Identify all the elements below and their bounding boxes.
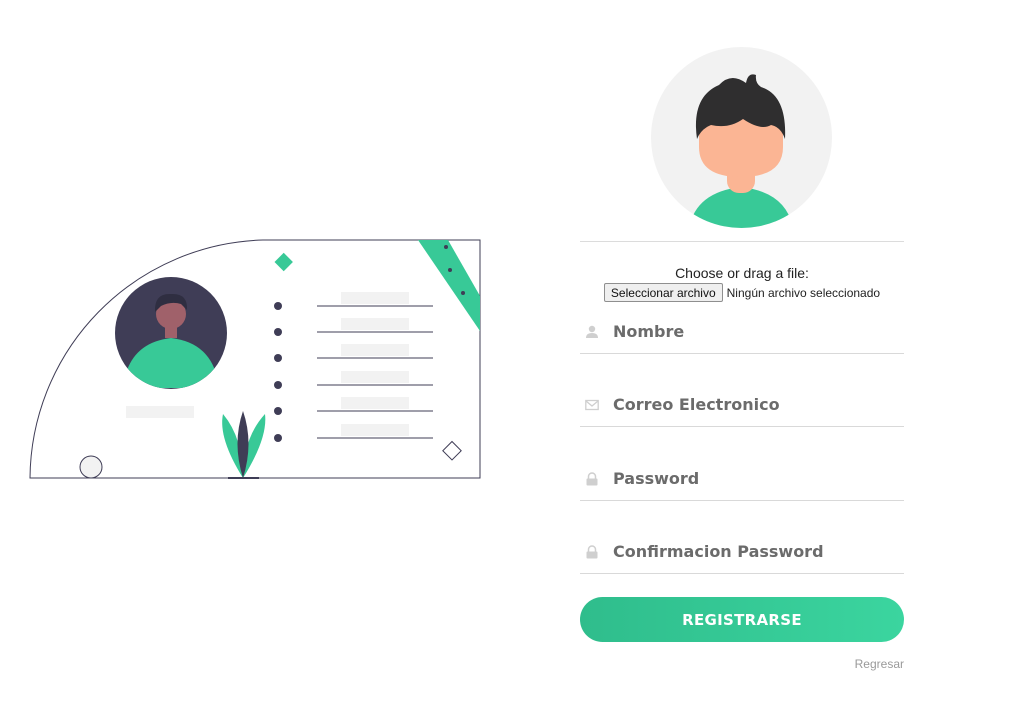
upload-prompt: Choose or drag a file:	[675, 265, 809, 281]
email-field[interactable]	[580, 386, 904, 427]
profile-card-illustration	[29, 239, 481, 479]
email-input[interactable]	[613, 389, 898, 419]
register-button[interactable]: REGISTRARSE	[580, 597, 904, 642]
name-input[interactable]	[613, 316, 898, 346]
lock-icon	[586, 545, 598, 559]
password-input[interactable]	[613, 463, 898, 493]
choose-file-button[interactable]: Seleccionar archivo	[603, 283, 723, 302]
card-avatar	[115, 277, 227, 389]
user-icon	[586, 325, 598, 338]
password-field[interactable]	[580, 460, 904, 501]
divider	[580, 241, 904, 242]
file-input-row[interactable]: Seleccionar archivo Ningún archivo selec…	[580, 283, 904, 302]
confirm-password-field[interactable]	[580, 533, 904, 574]
confirm-password-input[interactable]	[613, 536, 898, 566]
profile-avatar	[651, 47, 832, 228]
file-upload[interactable]: Choose or drag a file: Seleccionar archi…	[580, 265, 904, 302]
envelope-icon	[585, 399, 599, 411]
file-status: Ningún archivo seleccionado	[726, 285, 881, 300]
lock-icon	[586, 472, 598, 486]
back-link[interactable]: Regresar	[855, 657, 904, 671]
name-field[interactable]	[580, 313, 904, 354]
